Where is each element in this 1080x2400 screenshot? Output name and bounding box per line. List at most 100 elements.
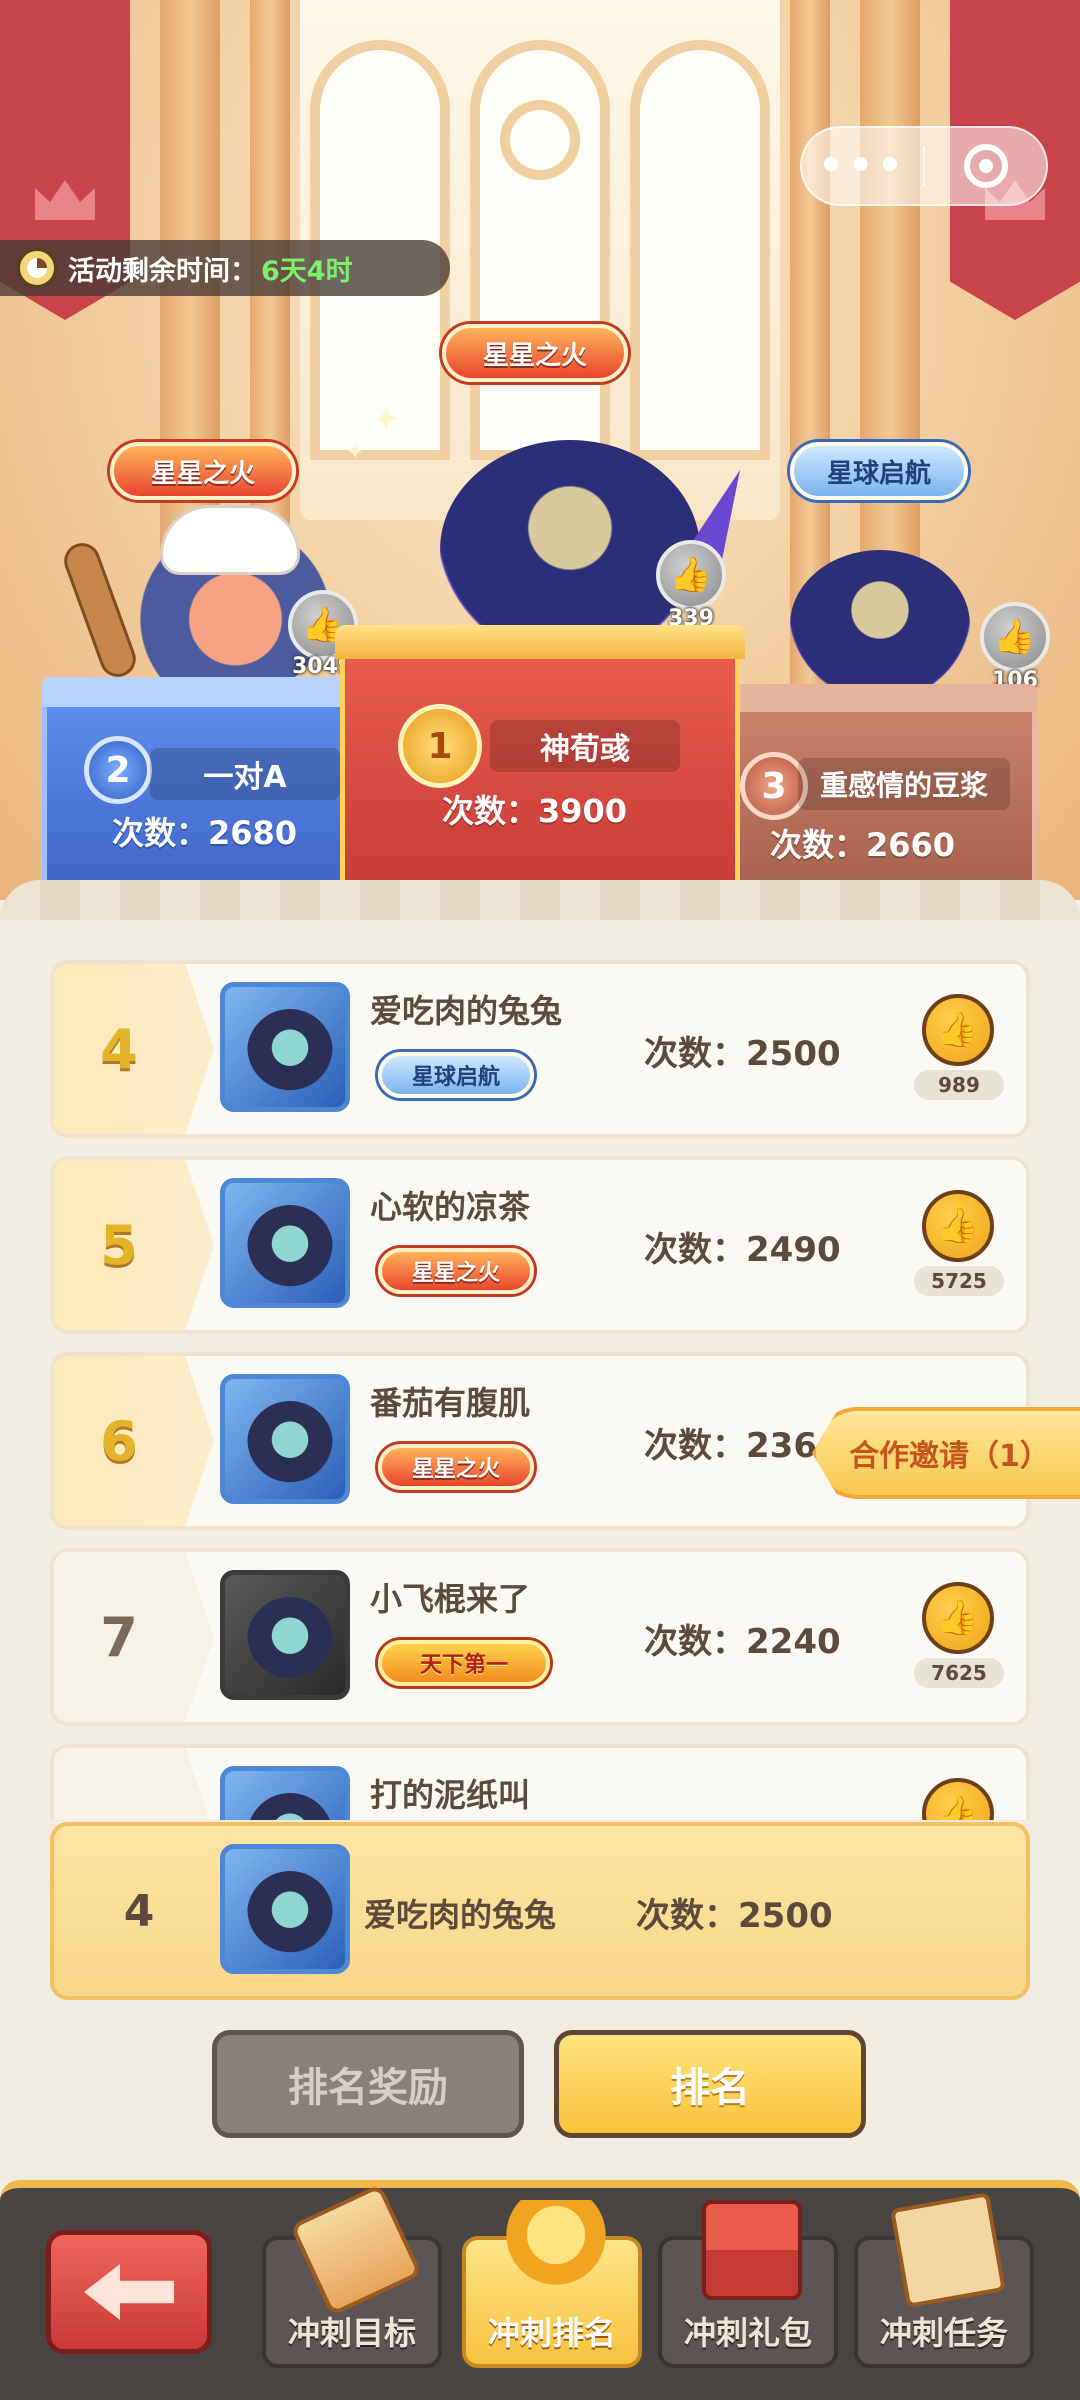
first-place-podium <box>335 625 745 900</box>
character-face <box>247 1401 333 1487</box>
avatar[interactable] <box>220 982 350 1112</box>
third-name: 重感情的豆浆 <box>798 758 1010 810</box>
list-item[interactable]: 打的泥纸叫 👍 <box>50 1744 1030 1820</box>
podium-top <box>335 625 745 659</box>
nav-label: 冲刺任务 <box>879 2314 1008 2352</box>
rose-window <box>500 100 580 180</box>
thumbs-up-icon: 👍 <box>936 1206 980 1246</box>
nav-label: 冲刺礼包 <box>683 2314 812 2352</box>
task-scroll-icon <box>890 2192 1006 2308</box>
trophy-icon <box>506 2200 606 2300</box>
thumbs-up-icon: 👍 <box>936 1598 980 1638</box>
my-avatar <box>220 1844 350 1974</box>
third-place-character[interactable] <box>790 550 970 700</box>
timer-value: 6天4时 <box>261 255 353 287</box>
thumbs-up-icon: 👍 <box>993 617 1037 657</box>
nav-sprint-gift[interactable]: 冲刺礼包 <box>658 2200 838 2368</box>
like-count: 7625 <box>914 1658 1004 1688</box>
thumbs-up-icon: 👍 <box>936 1794 980 1820</box>
miniprogram-capsule: ••• <box>800 126 1048 206</box>
timer-label: 活动剩余时间： <box>68 255 257 287</box>
attempt-count: 次数：2500 <box>644 1034 841 1074</box>
my-name: 爱吃肉的兔兔 <box>364 1896 557 1934</box>
nav-sprint-task[interactable]: 冲刺任务 <box>854 2192 1034 2368</box>
title-badge: 天下第一 <box>378 1640 550 1686</box>
like-button[interactable]: 👍 <box>922 994 994 1066</box>
list-item[interactable]: 4 爱吃肉的兔兔 星球启航 次数：2500 👍 989 <box>50 960 1030 1138</box>
second-count: 次数：2680 <box>112 814 298 852</box>
player-name: 爱吃肉的兔兔 <box>370 992 563 1030</box>
third-title-badge: 星球启航 <box>790 442 968 500</box>
character-face <box>247 1597 333 1683</box>
tab-ranking[interactable]: 排名 <box>554 2030 866 2138</box>
attempt-count: 次数：2240 <box>644 1622 841 1662</box>
second-title-badge: 星星之火 <box>110 442 296 500</box>
player-name: 小飞棍来了 <box>370 1580 531 1618</box>
title-badge: 星球启航 <box>378 1052 534 1098</box>
my-rank-row: 4 爱吃肉的兔兔 次数：2500 <box>50 1822 1030 2000</box>
nav-sprint-ranking[interactable]: 冲刺排名 <box>462 2200 642 2368</box>
player-name: 心软的凉茶 <box>370 1188 531 1226</box>
third-like-button[interactable]: 👍 <box>980 602 1050 672</box>
rank-number: 4 <box>100 1017 138 1081</box>
second-name: 一对A <box>150 748 340 800</box>
tab-ranking-rewards[interactable]: 排名奖励 <box>212 2030 524 2138</box>
thumbs-up-icon: 👍 <box>936 1010 980 1050</box>
second-place-podium <box>42 677 357 900</box>
rank-2-medal: 2 <box>84 736 152 804</box>
like-button[interactable]: 👍 <box>922 1778 994 1820</box>
like-count: 5725 <box>914 1266 1004 1296</box>
nav-label: 冲刺目标 <box>287 2314 416 2352</box>
my-count: 次数：2500 <box>636 1896 833 1936</box>
crown-icon <box>35 180 95 220</box>
clock-icon <box>16 247 58 289</box>
avatar[interactable] <box>220 1570 350 1700</box>
podium-top <box>722 684 1037 712</box>
rank-number: 7 <box>100 1605 138 1669</box>
avatar[interactable] <box>220 1178 350 1308</box>
avatar[interactable] <box>220 1766 350 1820</box>
chef-hat <box>160 505 300 575</box>
rank-ribbon <box>54 1748 214 1820</box>
window-arch <box>630 40 770 460</box>
rank-1-medal: 1 <box>398 704 482 788</box>
coop-invite-button[interactable]: 合作邀请（1） <box>812 1407 1080 1499</box>
target-icon <box>963 144 1008 188</box>
list-item[interactable]: 7 小飞棍来了 天下第一 次数：2240 👍 7625 <box>50 1548 1030 1726</box>
character-face <box>247 1205 333 1291</box>
close-button[interactable] <box>925 144 1046 188</box>
my-rank-number: 4 <box>123 1885 155 1937</box>
player-name: 番茄有腹肌 <box>370 1384 531 1422</box>
gift-chest-icon <box>702 2200 802 2300</box>
like-count: 989 <box>914 1070 1004 1100</box>
like-button[interactable]: 👍 <box>922 1190 994 1262</box>
thumbs-up-icon: 👍 <box>669 555 713 595</box>
rank-number: 5 <box>100 1213 138 1277</box>
rank-number: 6 <box>100 1409 138 1473</box>
first-title-badge: 星星之火 <box>442 324 628 382</box>
character-face <box>247 1009 333 1095</box>
like-button[interactable]: 👍 <box>922 1582 994 1654</box>
player-name: 打的泥纸叫 <box>370 1776 531 1814</box>
attempt-count: 次数：2490 <box>644 1230 841 1270</box>
ranking-list[interactable]: 4 爱吃肉的兔兔 星球启航 次数：2500 👍 989 5 心软的凉茶 星星之火… <box>0 960 1080 1820</box>
third-count: 次数：2660 <box>770 826 956 864</box>
avatar[interactable] <box>220 1374 350 1504</box>
more-button[interactable]: ••• <box>802 143 923 189</box>
attempt-count: 次数：236 <box>644 1426 817 1466</box>
title-badge: 星星之火 <box>378 1444 534 1490</box>
sparkle-icon: ✦ <box>372 400 401 440</box>
first-count: 次数：3900 <box>442 792 628 830</box>
panel-top-trim <box>0 880 1080 920</box>
first-like-button[interactable]: 👍 <box>656 540 726 610</box>
arrow-left-icon <box>84 2264 174 2320</box>
activity-timer: 活动剩余时间： 6天4时 <box>0 240 450 296</box>
podium-top <box>42 677 357 707</box>
nav-sprint-goal[interactable]: 冲刺目标 <box>262 2183 442 2368</box>
character-face <box>247 1871 333 1957</box>
back-button[interactable] <box>46 2230 212 2354</box>
list-item[interactable]: 5 心软的凉茶 星星之火 次数：2490 👍 5725 <box>50 1156 1030 1334</box>
first-name: 神荀彧 <box>490 720 680 772</box>
sparkle-icon: ✦ <box>346 440 365 465</box>
nav-label: 冲刺排名 <box>487 2314 616 2352</box>
